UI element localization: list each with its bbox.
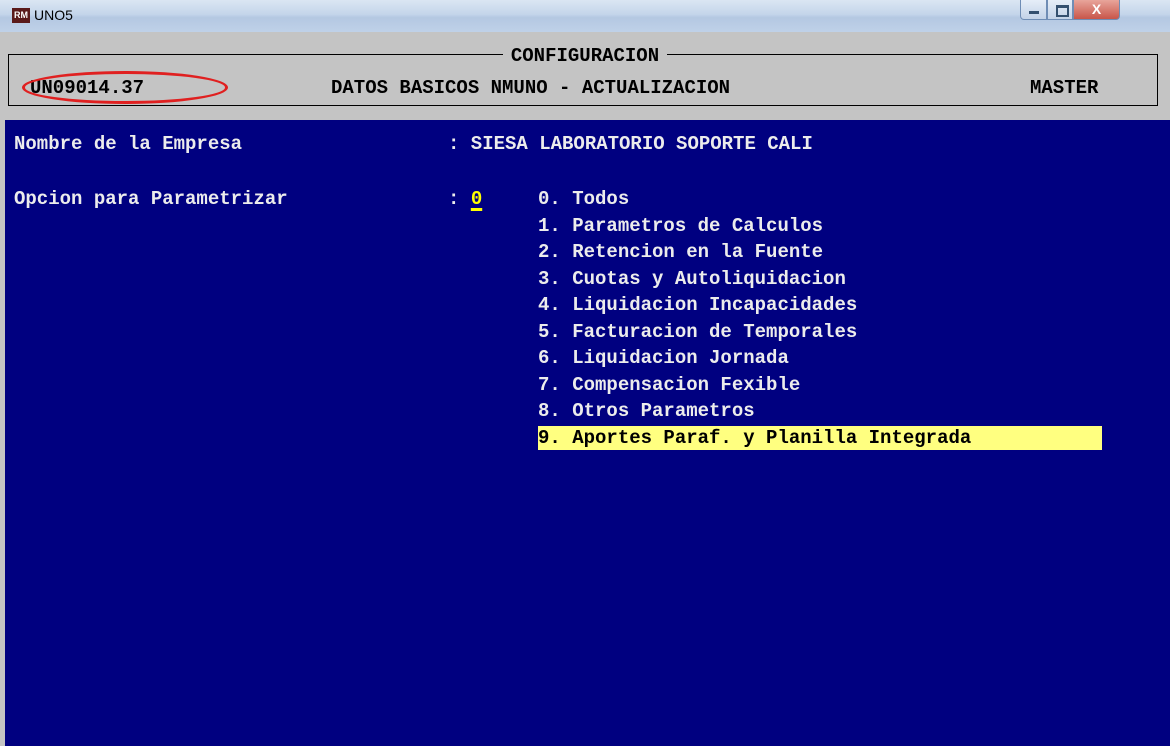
menu-option-5[interactable]: 5. Facturacion de Temporales bbox=[538, 320, 857, 344]
menu-option-9[interactable]: 9. Aportes Paraf. y Planilla Integrada bbox=[538, 425, 1102, 450]
app-logo-icon: RM bbox=[12, 8, 30, 23]
menu-option-7[interactable]: 7. Compensacion Fexible bbox=[538, 373, 800, 397]
close-icon: X bbox=[1091, 1, 1102, 17]
menu-option-2[interactable]: 2. Retencion en la Fuente bbox=[538, 240, 823, 264]
window-title-bar[interactable]: RM UNO5 X bbox=[0, 0, 1170, 33]
menu-option-3[interactable]: 3. Cuotas y Autoliquidacion bbox=[538, 267, 846, 291]
header-caption: CONFIGURACION bbox=[0, 45, 1170, 67]
company-value: : SIESA LABORATORIO SOPORTE CALI bbox=[448, 133, 813, 155]
menu-option-1[interactable]: 1. Parametros de Calculos bbox=[538, 214, 823, 238]
window-title: UNO5 bbox=[34, 7, 73, 23]
mode-indicator: MASTER bbox=[1030, 77, 1099, 99]
menu-option-8[interactable]: 8. Otros Parametros bbox=[538, 399, 755, 423]
maximize-button[interactable] bbox=[1047, 0, 1073, 20]
screen-subtitle: DATOS BASICOS NMUNO - ACTUALIZACION bbox=[331, 77, 731, 99]
minimize-button[interactable] bbox=[1020, 0, 1047, 20]
menu-option-6[interactable]: 6. Liquidacion Jornada bbox=[538, 346, 789, 370]
menu-option-0[interactable]: 0. Todos bbox=[538, 187, 629, 211]
screen-header: CONFIGURACION UN09014.37 DATOS BASICOS N… bbox=[0, 32, 1170, 120]
company-label: Nombre de la Empresa bbox=[14, 133, 243, 155]
close-button[interactable]: X bbox=[1073, 0, 1120, 20]
option-input[interactable]: 0 bbox=[471, 188, 482, 210]
option-prefix: : bbox=[448, 188, 471, 210]
option-field[interactable]: : 0 bbox=[448, 187, 482, 211]
option-label: Opcion para Parametrizar bbox=[14, 188, 288, 210]
menu-option-4[interactable]: 4. Liquidacion Incapacidades bbox=[538, 293, 857, 317]
annotation-ellipse bbox=[22, 71, 228, 104]
left-border bbox=[0, 120, 5, 746]
